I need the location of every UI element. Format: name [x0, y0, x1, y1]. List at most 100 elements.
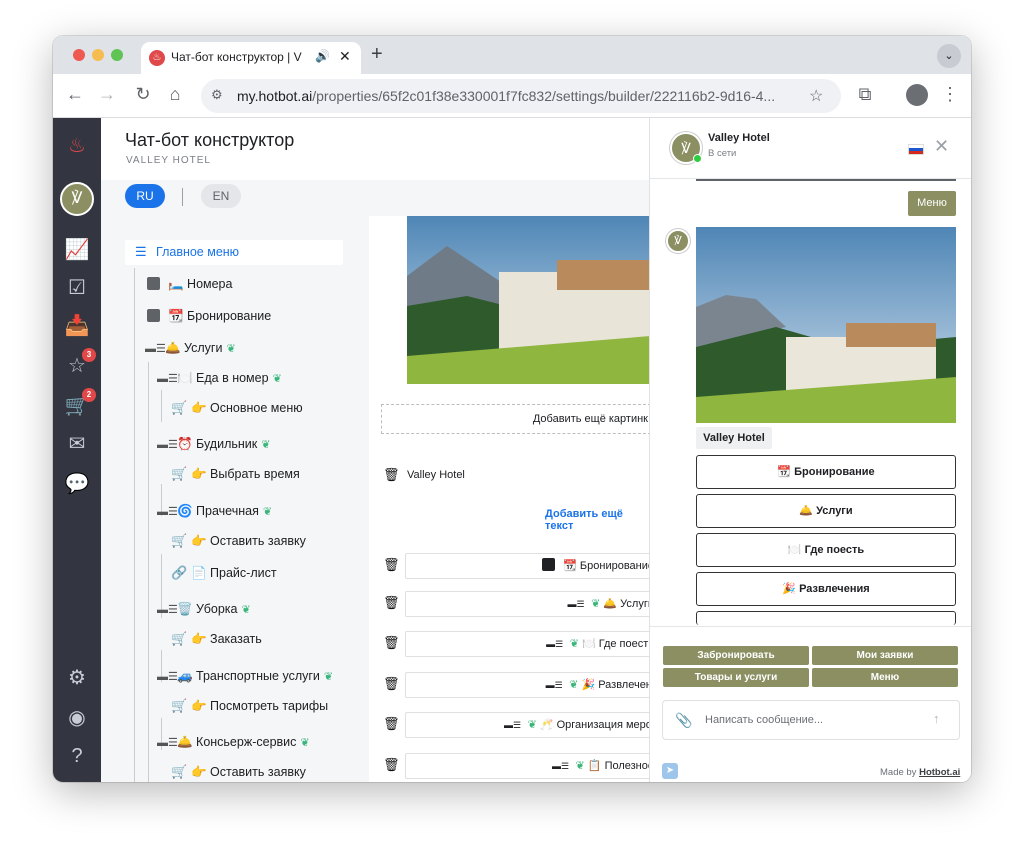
settings-gear-icon[interactable]: ⚙ — [63, 664, 91, 692]
trash-icon[interactable]: 🗑 — [383, 717, 400, 731]
cart-icon: 🛒 — [171, 698, 188, 713]
russia-flag-icon[interactable] — [908, 144, 924, 155]
menu-button-row[interactable]: ▬☰ ❦ 🥂 Организация меропр — [405, 712, 649, 738]
chat-status: В сети — [708, 148, 737, 159]
tree-item[interactable]: ▬☰⏰ Будильник ❦ — [157, 433, 270, 455]
trash-icon[interactable]: 🗑 — [383, 636, 400, 650]
chat-option-button[interactable]: 🎉 Развлечения — [696, 572, 956, 606]
menu-button-row[interactable]: ▬☰ ❦ 🍽️ Где поесть — [405, 631, 649, 657]
speaker-icon[interactable]: 🔊 — [315, 49, 330, 63]
help-icon[interactable]: ? — [63, 742, 91, 770]
page-header: Чат-бот конструктор VALLEY HOTEL — [101, 118, 649, 180]
menu-button-row[interactable]: ▬☰ ❦ 📋 Полезное — [405, 753, 649, 779]
tasks-check-icon[interactable]: ☑ — [63, 274, 91, 302]
lang-en-button[interactable]: EN — [201, 184, 241, 208]
quick-reply-button[interactable]: Товары и услуги — [663, 668, 809, 687]
chat-option-button[interactable]: 📆 Бронирование — [696, 455, 956, 489]
trash-icon[interactable]: 🗑 — [383, 677, 400, 691]
text-block-value[interactable]: Valley Hotel — [407, 469, 465, 481]
cart-icon: 🛒 — [171, 764, 188, 779]
message-input[interactable]: 📎 Написать сообщение... ↑ — [662, 700, 960, 740]
trash-icon[interactable]: 🗑 — [383, 468, 400, 482]
tree-item[interactable]: 🛒 👉 Оставить заявку — [171, 530, 306, 552]
send-arrow-icon[interactable]: ↑ — [933, 711, 940, 726]
quick-reply-button[interactable]: Меню — [812, 668, 958, 687]
leaf-icon: ❦ — [226, 343, 236, 355]
back-arrow-icon[interactable]: ← — [63, 83, 87, 105]
tree-item[interactable]: ▬☰🌀 Прачечная ❦ — [157, 500, 272, 522]
new-tab-icon[interactable]: + — [371, 44, 383, 64]
profile-avatar[interactable] — [906, 84, 928, 106]
minimize-window-button[interactable] — [92, 49, 104, 61]
chat-bubble-icon[interactable]: 💬 — [63, 470, 91, 498]
add-text-link[interactable]: Добавить ещё текст — [545, 508, 649, 532]
analytics-icon[interactable]: 📈 — [63, 236, 91, 264]
maximize-window-button[interactable] — [111, 49, 123, 61]
trash-icon[interactable]: 🗑 — [383, 758, 400, 772]
hotbot-logo-icon[interactable]: ♨ — [63, 132, 91, 160]
bot-avatar: ℣ — [666, 229, 690, 253]
home-icon[interactable]: ⌂ — [163, 83, 187, 105]
link-icon: 🔗 — [171, 565, 188, 580]
browser-toolbar: ← → ↻ ⌂ ⚙ my.hotbot.ai/properties/65f2c0… — [53, 74, 971, 118]
chat-option-button-partial[interactable] — [696, 611, 956, 625]
chat-option-button[interactable]: 🛎️ Услуги — [696, 494, 956, 528]
tree-item[interactable]: ▬☰🚙 Транспортные услуги ❦ — [157, 665, 333, 687]
add-image-button[interactable]: Добавить ещё картинк — [381, 404, 649, 434]
mail-icon[interactable]: ✉ — [63, 430, 91, 458]
leaf-icon: ❦ — [323, 671, 334, 683]
tab-search-chevron-icon[interactable]: ⌄ — [937, 44, 961, 68]
chat-option-button[interactable]: 🍽️ Где поесть — [696, 533, 956, 567]
leaf-icon: ❦ — [527, 719, 540, 731]
quick-reply-button[interactable]: Забронировать — [663, 646, 809, 665]
card-list-icon: ▬☰ — [546, 639, 566, 649]
bar-chart-icon — [147, 277, 160, 290]
card-list-icon: ▬☰ — [157, 737, 178, 749]
trash-icon[interactable]: 🗑 — [383, 596, 400, 610]
close-tab-icon[interactable]: ✕ — [339, 48, 351, 65]
telegram-icon[interactable]: ➤ — [662, 763, 678, 779]
page-title: Чат-бот конструктор — [125, 130, 295, 150]
trash-icon[interactable]: 🗑 — [383, 558, 400, 572]
tree-item-label: 📄 Прайс-лист — [191, 566, 277, 580]
tree-item[interactable]: ▬☰🍽️ Еда в номер ❦ — [157, 367, 282, 389]
paperclip-icon[interactable]: 📎 — [675, 712, 692, 729]
reload-icon[interactable]: ↻ — [131, 83, 155, 105]
tree-item[interactable]: 🛒 👉 Посмотреть тарифы — [171, 695, 328, 717]
leaf-icon: ❦ — [272, 373, 282, 385]
hotbot-link[interactable]: Hotbot.ai — [919, 767, 960, 778]
tree-item[interactable]: ▬☰🛎️ Услуги ❦ — [145, 337, 236, 359]
tree-root-item[interactable]: ☰ Главное меню — [125, 240, 343, 265]
inbox-icon[interactable]: 📥 — [63, 312, 91, 340]
browser-menu-icon[interactable]: ⋮ — [938, 83, 962, 105]
bookmark-star-icon[interactable]: ☆ — [809, 86, 823, 106]
tree-item[interactable]: 🔗 📄 Прайс-лист — [171, 562, 277, 584]
tree-item[interactable]: 🛒 👉 Оставить заявку — [171, 761, 306, 782]
tree-item[interactable]: ▬☰🛎️ Консьерж-сервис ❦ — [157, 731, 310, 753]
tree-item[interactable]: 🛒 👉 Выбрать время — [171, 463, 300, 485]
address-bar[interactable]: ⚙ my.hotbot.ai/properties/65f2c01f38e330… — [201, 79, 841, 113]
tree-item[interactable]: ▬☰🗑️ Уборка ❦ — [157, 598, 251, 620]
menu-button-row[interactable]: 📆 Бронирование — [405, 553, 649, 579]
menu-button-row[interactable]: ▬☰ ❦ 🎉 Развлечения — [405, 672, 649, 698]
browser-tab[interactable]: ♨ Чат-бот конструктор | V 🔊 ✕ — [141, 42, 361, 74]
quick-reply-button[interactable]: Мои заявки — [812, 646, 958, 665]
leaf-icon: ❦ — [262, 506, 273, 518]
close-chat-icon[interactable]: ✕ — [934, 137, 949, 155]
card-list-icon: ▬☰ — [157, 604, 178, 616]
tree-item[interactable]: 📆 Бронирование — [147, 305, 271, 327]
extensions-icon[interactable]: ⧉ — [853, 83, 877, 105]
tree-item[interactable]: 🛏️ Номера — [147, 273, 232, 295]
tree-item-label: 🌀 Прачечная — [177, 504, 259, 518]
tree-item[interactable]: 🛒 👉 Заказать — [171, 628, 262, 650]
forward-arrow-icon[interactable]: → — [95, 83, 119, 105]
close-window-button[interactable] — [73, 49, 85, 61]
property-avatar[interactable]: ℣ — [60, 182, 94, 216]
site-settings-icon[interactable]: ⚙ — [211, 87, 223, 103]
cart-icon: 🛒 — [171, 466, 188, 481]
tree-item[interactable]: 🛒 👉 Основное меню — [171, 397, 303, 419]
lang-ru-button[interactable]: RU — [125, 184, 165, 208]
account-icon[interactable]: ◉ — [63, 704, 91, 732]
page-subtitle: VALLEY HOTEL — [126, 155, 211, 166]
menu-button-row[interactable]: ▬☰ ❦ 🛎️ Услуги — [405, 591, 649, 617]
